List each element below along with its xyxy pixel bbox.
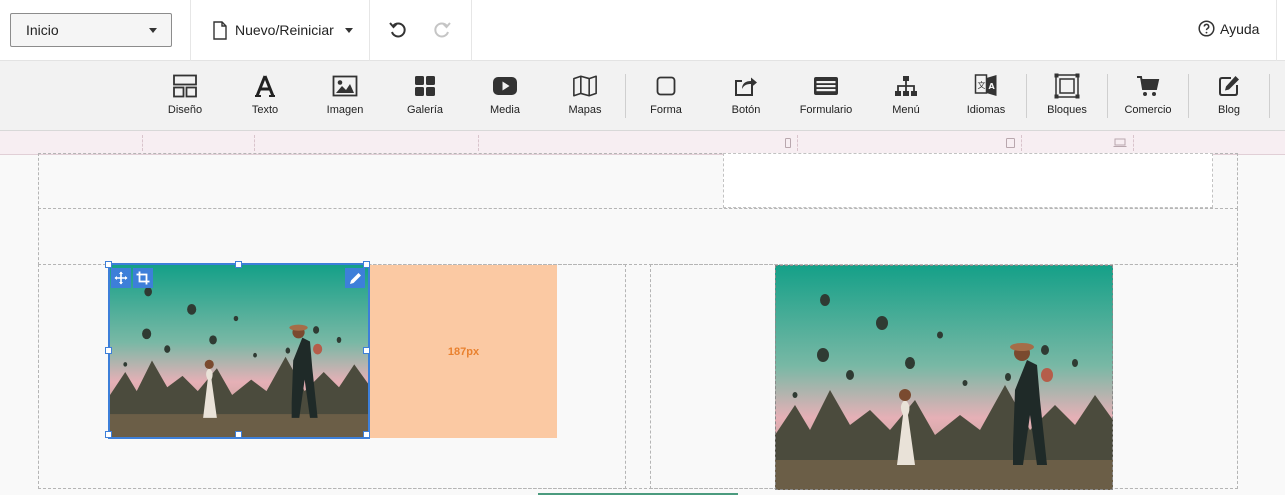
resize-handle-sw[interactable] [105, 431, 112, 438]
tool-media[interactable]: Media [465, 61, 545, 131]
resize-handle-nw[interactable] [105, 261, 112, 268]
spacer-size-label: 187px [447, 345, 480, 358]
text-icon [255, 75, 275, 97]
menu-icon [895, 76, 917, 96]
divider [190, 0, 191, 61]
laptop-icon[interactable] [1113, 138, 1127, 148]
edit-image-button[interactable] [345, 268, 365, 288]
image-outline [775, 265, 1113, 490]
shape-icon [656, 76, 676, 96]
button-icon [735, 77, 757, 96]
new-reset-button[interactable]: Nuevo/Reiniciar [212, 19, 353, 41]
crop-button[interactable] [133, 268, 153, 288]
tool-label: Mapas [568, 104, 602, 116]
svg-text:文: 文 [978, 80, 986, 90]
ruler-tick [1133, 135, 1134, 151]
move-button[interactable] [111, 268, 131, 288]
breakpoint-ruler[interactable] [0, 131, 1285, 155]
tool-label: Comercio [1124, 104, 1172, 116]
new-reset-label: Nuevo/Reiniciar [235, 22, 334, 38]
tool-label: Forma [650, 104, 682, 116]
mobile-icon[interactable] [785, 138, 791, 148]
chevron-down-icon [149, 27, 157, 33]
resize-handle-e[interactable] [363, 347, 370, 354]
map-icon [573, 75, 597, 97]
ruler-tick [254, 135, 255, 151]
tool-label: Bloques [1047, 104, 1087, 116]
media-icon [493, 77, 517, 95]
tool-image[interactable]: Imagen [305, 61, 385, 131]
help-button[interactable]: Ayuda [1198, 20, 1259, 37]
tool-label: Diseño [167, 104, 203, 116]
tool-label: Formulario [799, 104, 853, 116]
tool-label: Texto [251, 104, 279, 116]
tool-commerce[interactable]: Comercio [1108, 61, 1188, 131]
form-icon [814, 77, 838, 95]
gallery-icon [415, 76, 435, 96]
layout-icon [173, 74, 197, 98]
divider [1276, 0, 1277, 61]
tool-text[interactable]: Texto [225, 61, 305, 131]
undo-button[interactable] [388, 20, 408, 40]
divider [369, 0, 370, 61]
cart-icon [1137, 76, 1160, 96]
resize-handle-se[interactable] [363, 431, 370, 438]
tool-blog[interactable]: Blog [1189, 61, 1269, 131]
spacer-block[interactable]: 187px [370, 265, 557, 438]
selection-frame[interactable] [108, 263, 370, 439]
help-label: Ayuda [1220, 20, 1260, 37]
tool-label: Menú [892, 104, 920, 116]
svg-text:A: A [989, 82, 996, 91]
resize-handle-n[interactable] [235, 261, 242, 268]
ruler-tick [142, 135, 143, 151]
document-icon [213, 20, 227, 40]
blog-icon [1219, 76, 1239, 96]
divider [1269, 74, 1270, 118]
ruler-tick [478, 135, 479, 151]
ruler-tick [1021, 135, 1022, 151]
editor-canvas[interactable]: 187px [0, 153, 1285, 495]
languages-icon: 文A [974, 74, 997, 96]
resize-handle-w[interactable] [105, 347, 112, 354]
undo-icon [389, 22, 406, 38]
ruler-tick [797, 135, 798, 151]
tool-gallery[interactable]: Galería [385, 61, 465, 131]
redo-icon [434, 22, 451, 38]
tool-menu[interactable]: Menú [866, 61, 946, 131]
page-select-value: Inicio [26, 22, 59, 38]
empty-row[interactable] [38, 208, 1238, 265]
white-block[interactable] [723, 153, 1213, 208]
tool-shape[interactable]: Forma [626, 61, 706, 131]
insert-toolbar: Diseño Texto Imagen Galería Media Mapas … [0, 61, 1285, 131]
tool-label: Galería [406, 104, 444, 116]
help-icon [1198, 20, 1215, 37]
top-bar: Inicio Nuevo/Reiniciar Ayuda [0, 0, 1285, 61]
crop-icon [136, 271, 150, 285]
tool-layout[interactable]: Diseño [145, 61, 225, 131]
redo-button[interactable] [432, 20, 452, 40]
pencil-icon [349, 272, 361, 284]
tool-label: Media [490, 104, 520, 116]
resize-handle-s[interactable] [235, 431, 242, 438]
tablet-icon[interactable] [1006, 138, 1015, 148]
page-select[interactable]: Inicio [10, 13, 172, 47]
tool-blocks[interactable]: Bloques [1027, 61, 1107, 131]
tool-form[interactable]: Formulario [786, 61, 866, 131]
divider [471, 0, 472, 61]
tool-label: Imagen [326, 104, 364, 116]
tool-label: Blog [1217, 104, 1241, 116]
resize-handle-ne[interactable] [363, 261, 370, 268]
blocks-icon [1054, 73, 1080, 99]
tool-button[interactable]: Botón [706, 61, 786, 131]
tool-languages[interactable]: 文A Idiomas [946, 61, 1026, 131]
chevron-down-icon [344, 27, 353, 33]
tool-label: Botón [731, 104, 761, 116]
image-icon [332, 75, 358, 97]
move-icon [114, 271, 128, 285]
tool-label: Idiomas [966, 104, 1006, 116]
tool-maps[interactable]: Mapas [545, 61, 625, 131]
